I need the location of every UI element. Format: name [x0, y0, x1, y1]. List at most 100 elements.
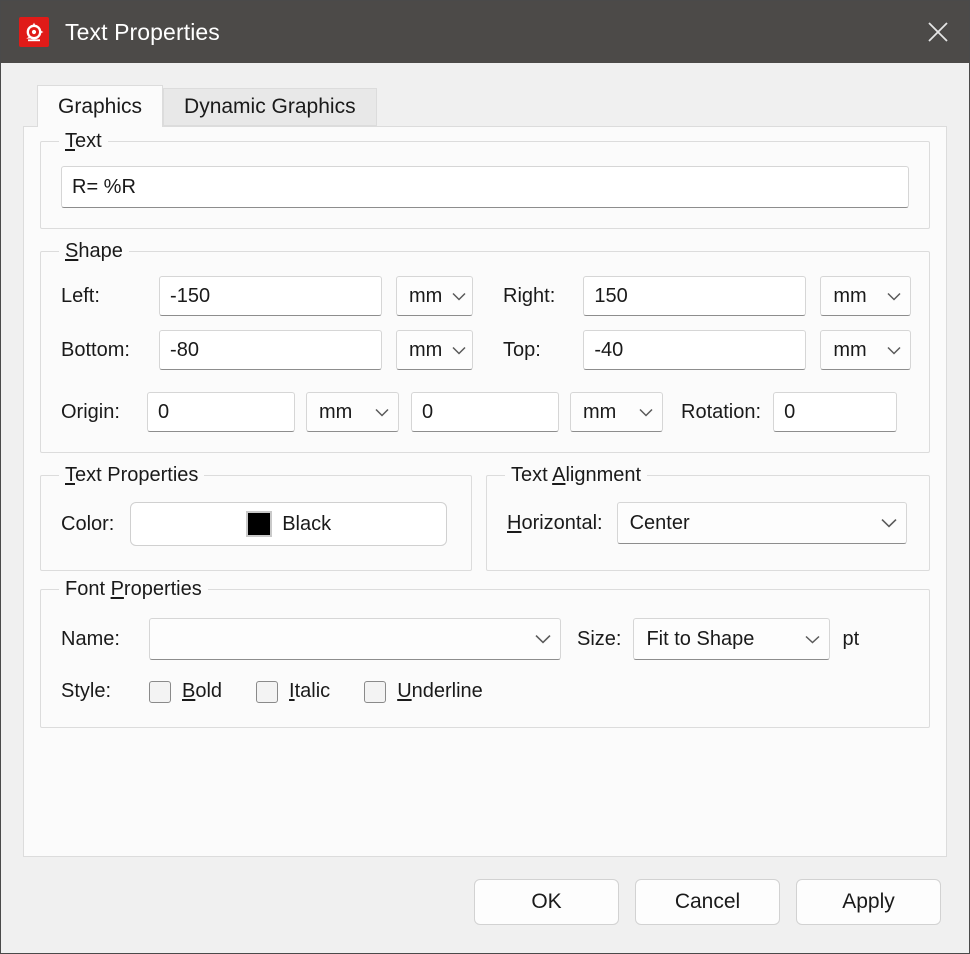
app-icon: [19, 17, 49, 47]
tab-graphics[interactable]: Graphics: [37, 85, 164, 127]
font-name-select[interactable]: [149, 618, 561, 660]
top-unit-select[interactable]: mm: [820, 330, 911, 370]
checkbox-italic[interactable]: Italic: [256, 680, 330, 703]
dialog-body: Graphics Dynamic Graphics Text R= %R Sha…: [1, 63, 969, 857]
chevron-down-icon: [452, 346, 466, 355]
left-unit-value: mm: [409, 284, 443, 307]
checkbox-italic-label: Italic: [289, 680, 330, 703]
chevron-down-icon: [535, 634, 551, 644]
checkbox-underline-label: Underline: [397, 680, 483, 703]
group-font-properties-legend-acc: P: [110, 578, 124, 600]
origin-y-input[interactable]: 0: [411, 392, 559, 432]
checkbox-underline-acc: U: [397, 680, 412, 702]
tab-dynamic-graphics-label: Dynamic Graphics: [184, 95, 356, 118]
ok-button[interactable]: OK: [474, 879, 619, 925]
left-label: Left:: [61, 284, 100, 307]
bottom-unit-value: mm: [409, 338, 443, 361]
color-swatch-icon: [246, 511, 273, 537]
bottom-unit-select[interactable]: mm: [396, 330, 473, 370]
style-label: Style:: [61, 680, 112, 702]
origin-y-unit-select[interactable]: mm: [570, 392, 663, 432]
top-input[interactable]: -40: [583, 330, 807, 370]
rotation-input[interactable]: 0: [773, 392, 898, 432]
color-label: Color:: [61, 512, 115, 535]
chevron-down-icon: [887, 346, 901, 355]
group-text-legend-post: ext: [75, 130, 102, 152]
group-shape-legend-acc: S: [65, 240, 79, 262]
apply-button-label: Apply: [842, 890, 895, 913]
origin-y-unit-value: mm: [583, 400, 617, 423]
tab-dynamic-graphics[interactable]: Dynamic Graphics: [163, 88, 377, 126]
group-shape: Shape Left: -150 mm Right: 150 mm Bottom…: [40, 240, 930, 453]
group-font-properties-legend-pre: Font: [65, 578, 111, 600]
origin-x-unit-value: mm: [319, 400, 353, 423]
group-shape-legend: Shape: [59, 240, 129, 263]
checkbox-italic-post: talic: [294, 680, 331, 702]
checkbox-underline-box: [364, 680, 387, 703]
tab-panel-graphics: Text R= %R Shape Left: -150 mm Right: 15…: [23, 126, 947, 857]
group-text-properties-legend-post: ext Properties: [75, 464, 199, 486]
left-input[interactable]: -150: [159, 276, 382, 316]
apply-button[interactable]: Apply: [796, 879, 941, 925]
group-text-alignment-legend-pre: Text: [511, 464, 553, 486]
chevron-down-icon: [805, 635, 820, 644]
group-text-legend-acc: T: [65, 130, 75, 152]
origin-y-value: 0: [422, 400, 434, 423]
horizontal-align-select[interactable]: Center: [616, 502, 907, 544]
close-icon[interactable]: [907, 1, 969, 63]
checkbox-bold-post: old: [195, 680, 223, 702]
text-input-value: R= %R: [72, 175, 136, 198]
chevron-down-icon: [375, 408, 389, 417]
title-bar: Text Properties: [1, 1, 969, 63]
tab-strip: Graphics Dynamic Graphics: [23, 85, 947, 127]
group-text-alignment: Text Alignment Horizontal: Center: [486, 464, 930, 571]
origin-x-unit-select[interactable]: mm: [306, 392, 399, 432]
right-input-value: 150: [594, 284, 628, 307]
group-text-alignment-legend-acc: A: [552, 464, 566, 486]
bottom-label: Bottom:: [61, 338, 130, 361]
font-size-label: Size:: [577, 627, 622, 650]
rotation-label: Rotation:: [681, 400, 762, 423]
font-size-unit: pt: [842, 627, 860, 650]
chevron-down-icon: [881, 518, 897, 528]
tab-graphics-label: Graphics: [58, 94, 143, 118]
group-font-properties-legend: Font Properties: [59, 578, 208, 601]
group-text-alignment-legend: Text Alignment: [505, 464, 648, 487]
group-shape-legend-post: hape: [78, 240, 123, 262]
text-input[interactable]: R= %R: [61, 166, 909, 208]
checkbox-underline-post: nderline: [411, 680, 483, 702]
bottom-input[interactable]: -80: [159, 330, 382, 370]
chevron-down-icon: [639, 408, 653, 417]
right-unit-select[interactable]: mm: [820, 276, 911, 316]
origin-x-value: 0: [158, 400, 170, 423]
font-size-value: Fit to Shape: [646, 627, 755, 650]
checkbox-underline[interactable]: Underline: [364, 680, 483, 703]
color-button[interactable]: Black: [130, 502, 447, 546]
cancel-button-label: Cancel: [674, 890, 741, 913]
origin-x-input[interactable]: 0: [147, 392, 295, 432]
left-input-value: -150: [170, 284, 211, 307]
group-text-properties-legend: Text Properties: [59, 464, 205, 487]
text-properties-dialog: Text Properties Graphics Dynamic Graphic…: [0, 0, 970, 954]
checkbox-bold-acc: B: [182, 680, 196, 702]
group-font-properties: Font Properties Name: Size: Fit to Shape: [40, 578, 930, 728]
font-size-select[interactable]: Fit to Shape: [633, 618, 831, 660]
left-unit-select[interactable]: mm: [396, 276, 473, 316]
group-font-properties-legend-post: roperties: [123, 578, 202, 600]
top-input-value: -40: [594, 338, 624, 361]
ok-button-label: OK: [531, 890, 562, 913]
group-text-properties-legend-acc: T: [65, 464, 75, 486]
checkbox-bold[interactable]: Bold: [149, 680, 222, 703]
horizontal-label-acc: H: [507, 511, 522, 534]
group-text-legend: Text: [59, 130, 108, 153]
origin-label: Origin:: [61, 400, 120, 423]
cancel-button[interactable]: Cancel: [635, 879, 780, 925]
properties-alignment-row: Text Properties Color: Black Text Alignm…: [40, 464, 930, 589]
top-unit-value: mm: [833, 338, 867, 361]
chevron-down-icon: [452, 292, 466, 301]
right-input[interactable]: 150: [583, 276, 807, 316]
checkbox-bold-box: [149, 680, 171, 703]
horizontal-align-value: Center: [629, 511, 690, 534]
window-title: Text Properties: [65, 18, 220, 45]
color-name: Black: [282, 512, 332, 535]
